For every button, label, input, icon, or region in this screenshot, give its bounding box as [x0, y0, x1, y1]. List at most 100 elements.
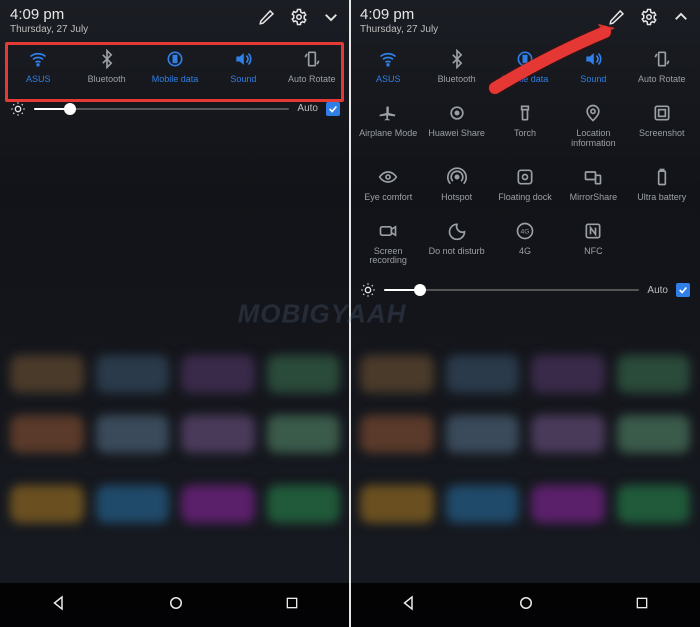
tile-label: Sound [230, 75, 256, 85]
wifi-icon [378, 49, 398, 69]
sshot-icon [652, 103, 672, 123]
recent-icon[interactable] [284, 595, 300, 616]
tile-data[interactable]: Mobile data [141, 49, 209, 85]
tile-4g[interactable]: 4G 4G [491, 221, 559, 267]
data-icon [165, 49, 185, 69]
tile-dock[interactable]: Floating dock [491, 167, 559, 203]
location-icon [583, 103, 603, 123]
brightness-icon [360, 282, 376, 298]
tile-nfc[interactable]: NFC [559, 221, 627, 267]
tile-label: Floating dock [498, 193, 552, 203]
ultra-icon [652, 167, 672, 187]
status-date: Thursday, 27 July [10, 24, 88, 35]
rotate-icon [302, 49, 322, 69]
tile-label: Location information [559, 129, 627, 149]
tile-bt[interactable]: Bluetooth [72, 49, 140, 85]
svg-text:4G: 4G [521, 228, 530, 235]
tile-label: Do not disturb [429, 247, 485, 257]
edit-icon[interactable] [608, 8, 626, 26]
wifi-icon [28, 49, 48, 69]
auto-brightness-checkbox[interactable] [326, 102, 340, 116]
home-icon[interactable] [517, 594, 535, 617]
tile-label: Auto Rotate [288, 75, 336, 85]
gear-icon[interactable] [290, 8, 308, 26]
tile-wifi[interactable]: ASUS [354, 49, 422, 85]
gear-icon[interactable] [640, 8, 658, 26]
quick-tiles-expanded: ASUS Bluetooth Mobile data Sound Auto Rotate… [350, 39, 700, 274]
nav-bar [350, 583, 700, 627]
status-time: 4:09 pm [360, 6, 438, 23]
status-bar: 4:09 pm Thursday, 27 July [350, 0, 700, 39]
nav-bar [0, 583, 350, 627]
tile-label: Eye comfort [364, 193, 412, 203]
tile-location[interactable]: Location information [559, 103, 627, 149]
tile-hotspot[interactable]: Hotspot [422, 167, 490, 203]
tile-label: Airplane Mode [359, 129, 417, 139]
status-actions [258, 6, 340, 26]
record-icon [378, 221, 398, 241]
nfc-icon [583, 221, 603, 241]
chevron-up-icon[interactable] [672, 8, 690, 26]
tile-label: Screen recording [354, 247, 422, 267]
tile-rotate[interactable]: Auto Rotate [278, 49, 346, 85]
tile-ultra[interactable]: Ultra battery [628, 167, 696, 203]
status-actions [608, 6, 690, 26]
dock-icon [515, 167, 535, 187]
wallpaper-dimmed [350, 300, 700, 583]
auto-brightness-label: Auto [647, 285, 668, 296]
edit-icon[interactable] [258, 8, 276, 26]
brightness-slider[interactable] [384, 289, 639, 291]
tile-label: Mobile data [152, 75, 199, 85]
tile-bt[interactable]: Bluetooth [422, 49, 490, 85]
tile-sound[interactable]: Sound [559, 49, 627, 85]
tile-label: Torch [514, 129, 536, 139]
back-icon[interactable] [400, 594, 418, 617]
4g-icon: 4G [515, 221, 535, 241]
tile-sound[interactable]: Sound [209, 49, 277, 85]
back-icon[interactable] [50, 594, 68, 617]
tile-label: Mobile data [502, 75, 549, 85]
tile-label: Bluetooth [88, 75, 126, 85]
tile-label: Huawei Share [428, 129, 485, 139]
tile-mirror[interactable]: MirrorShare [559, 167, 627, 203]
status-date: Thursday, 27 July [360, 24, 438, 35]
tile-wifi[interactable]: ASUS [4, 49, 72, 85]
tile-label: Auto Rotate [638, 75, 686, 85]
watermark: MOBIGYAAH [238, 298, 407, 329]
tile-torch[interactable]: Torch [491, 103, 559, 149]
dnd-icon [447, 221, 467, 241]
recent-icon[interactable] [634, 595, 650, 616]
brightness-slider[interactable] [34, 108, 289, 110]
tile-airplane[interactable]: Airplane Mode [354, 103, 422, 149]
bt-icon [97, 49, 117, 69]
tile-record[interactable]: Screen recording [354, 221, 422, 267]
tile-hwshare[interactable]: Huawei Share [422, 103, 490, 149]
bt-icon [447, 49, 467, 69]
tile-label: ASUS [26, 75, 51, 85]
tile-label: 4G [519, 247, 531, 257]
tile-data[interactable]: Mobile data [491, 49, 559, 85]
chevron-down-icon[interactable] [322, 8, 340, 26]
tile-eye[interactable]: Eye comfort [354, 167, 422, 203]
tile-sshot[interactable]: Screenshot [628, 103, 696, 149]
home-icon[interactable] [167, 594, 185, 617]
auto-brightness-checkbox[interactable] [676, 283, 690, 297]
torch-icon [515, 103, 535, 123]
status-left: 4:09 pm Thursday, 27 July [10, 6, 88, 35]
tile-label: Sound [580, 75, 606, 85]
sound-icon [583, 49, 603, 69]
hotspot-icon [447, 167, 467, 187]
tile-label: Hotspot [441, 193, 472, 203]
tile-label: ASUS [376, 75, 401, 85]
mirror-icon [583, 167, 603, 187]
tile-label: Ultra battery [637, 193, 686, 203]
status-left: 4:09 pm Thursday, 27 July [360, 6, 438, 35]
sound-icon [233, 49, 253, 69]
status-bar: 4:09 pm Thursday, 27 July [0, 0, 350, 39]
tile-rotate[interactable]: Auto Rotate [628, 49, 696, 85]
data-icon [515, 49, 535, 69]
status-time: 4:09 pm [10, 6, 88, 23]
tile-dnd[interactable]: Do not disturb [422, 221, 490, 267]
wallpaper-dimmed [0, 150, 350, 583]
brightness-icon [10, 101, 26, 117]
